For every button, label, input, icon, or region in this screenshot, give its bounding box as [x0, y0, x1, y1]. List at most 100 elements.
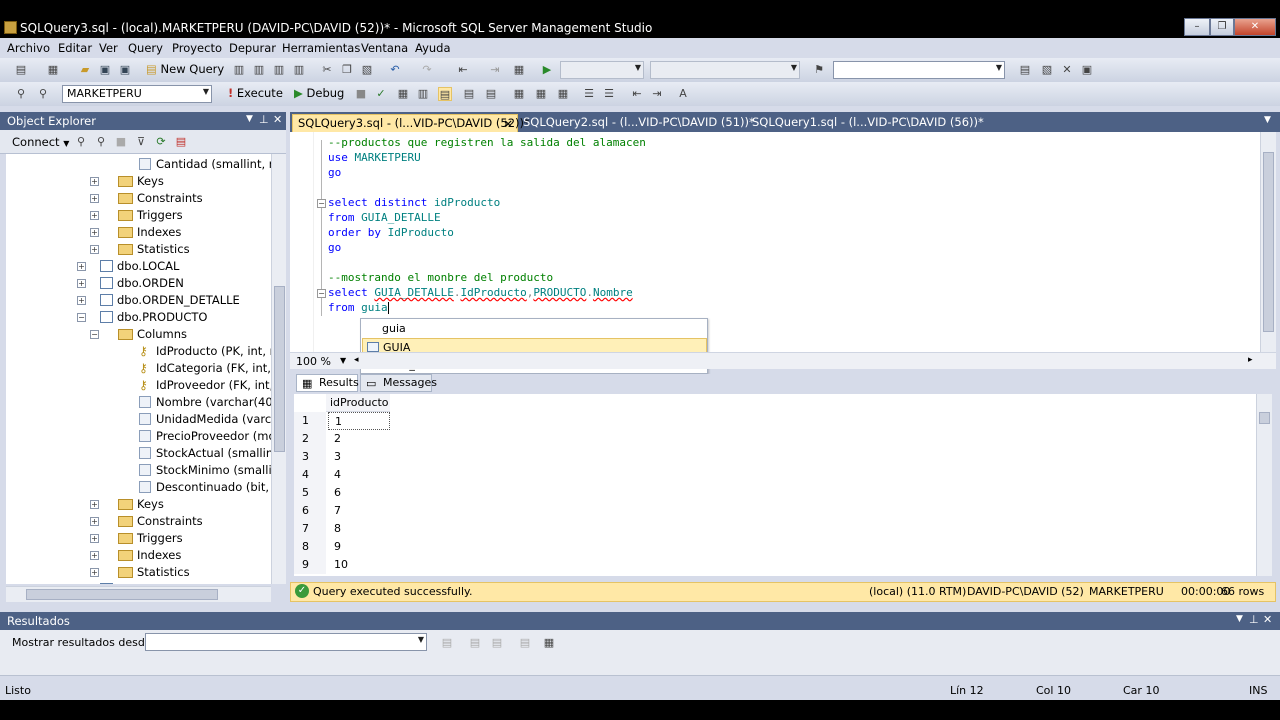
- undo-icon[interactable]: ↶: [388, 63, 402, 77]
- cut-icon[interactable]: ✂: [320, 63, 334, 77]
- scrollbar-thumb[interactable]: [1263, 152, 1274, 332]
- change-connection-icon[interactable]: ⚲: [36, 87, 50, 101]
- results-to-file-icon[interactable]: ▤: [484, 87, 498, 101]
- expand-icon[interactable]: +: [90, 211, 99, 220]
- expand-icon[interactable]: +: [90, 228, 99, 237]
- results-grid[interactable]: idProducto 1 1 2 2 3 3 4 4 5 6 6 7 7 8 8 9 9 10: [294, 394, 1268, 576]
- save-all-icon[interactable]: ▣: [118, 63, 132, 77]
- tree-node[interactable]: StockMinimo (smallint,: [6, 462, 271, 479]
- new-project-icon[interactable]: ▤: [14, 63, 28, 77]
- grid-cell[interactable]: 1: [328, 412, 390, 430]
- grid-cell[interactable]: 8: [328, 520, 390, 538]
- navigate-forward-icon[interactable]: ⇥: [488, 63, 502, 77]
- column-header[interactable]: idProducto: [326, 394, 390, 412]
- close-pane-icon[interactable]: ✕: [1263, 613, 1272, 626]
- collapse-icon[interactable]: −: [317, 289, 326, 298]
- scroll-left-icon[interactable]: ◂: [354, 355, 359, 365]
- row-number[interactable]: 7: [294, 520, 326, 538]
- expand-icon[interactable]: +: [90, 245, 99, 254]
- expand-icon[interactable]: +: [90, 551, 99, 560]
- solution-explorer-icon[interactable]: ▦: [512, 63, 526, 77]
- minimize-button[interactable]: –: [1184, 18, 1210, 36]
- tree-node[interactable]: + dbo.ORDEN_DETALLE: [6, 292, 271, 309]
- cancel-query-icon[interactable]: ■: [354, 87, 368, 101]
- disconnect-icon[interactable]: ⚲: [94, 135, 108, 149]
- go-next-icon[interactable]: ▤: [490, 636, 504, 650]
- row-number[interactable]: 3: [294, 448, 326, 466]
- tree-node[interactable]: + Indexes: [6, 547, 271, 564]
- find-combo[interactable]: ▼: [833, 61, 1005, 79]
- tree-node[interactable]: + Keys: [6, 173, 271, 190]
- query-designer-icon[interactable]: ▥: [416, 87, 430, 101]
- find-icon[interactable]: ⚑: [812, 63, 826, 77]
- options-icon[interactable]: ✕: [1060, 63, 1074, 77]
- tree-node[interactable]: PrecioProveedor (mone: [6, 428, 271, 445]
- grid-cell[interactable]: 7: [328, 502, 390, 520]
- tree-node[interactable]: + Constraints: [6, 513, 271, 530]
- find-message-icon[interactable]: ▤: [440, 636, 454, 650]
- tab-sqlquery1[interactable]: SQLQuery1.sql - (l...VID-PC\DAVID (56))*: [747, 114, 984, 132]
- grid-cell[interactable]: 9: [328, 538, 390, 556]
- editor-vertical-scrollbar[interactable]: [1260, 132, 1276, 352]
- scrollbar-thumb[interactable]: [1259, 412, 1270, 424]
- increase-indent-icon[interactable]: ⇥: [650, 87, 664, 101]
- tree-node[interactable]: + Triggers: [6, 207, 271, 224]
- row-number[interactable]: 4: [294, 466, 326, 484]
- word-wrap-icon[interactable]: ▦: [542, 636, 556, 650]
- expand-icon[interactable]: +: [90, 568, 99, 577]
- tree-node[interactable]: − Columns: [6, 326, 271, 343]
- open-file-icon[interactable]: ▰: [78, 63, 92, 77]
- tree-vertical-scrollbar[interactable]: [271, 154, 286, 584]
- menu-herramientas[interactable]: Herramientas: [282, 41, 360, 55]
- menu-depurar[interactable]: Depurar: [229, 41, 276, 55]
- parse-icon[interactable]: ✓: [374, 87, 388, 101]
- dmx-query-icon[interactable]: ▥: [292, 63, 306, 77]
- collapse-icon[interactable]: −: [77, 313, 86, 322]
- go-previous-icon[interactable]: ▤: [468, 636, 482, 650]
- tree-horizontal-scrollbar[interactable]: [6, 586, 271, 602]
- tree-node[interactable]: + Indexes: [6, 224, 271, 241]
- execute-button[interactable]: ! Execute: [228, 86, 283, 100]
- tree-node[interactable]: StockActual (smallint, r: [6, 445, 271, 462]
- tab-sqlquery3[interactable]: SQLQuery3.sql - (l...VID-PC\DAVID (52))*…: [292, 114, 530, 132]
- clear-all-icon[interactable]: ▤: [518, 636, 532, 650]
- analysis-query-icon[interactable]: ▥: [252, 63, 266, 77]
- decrease-indent-icon[interactable]: ⇤: [630, 87, 644, 101]
- stop-icon[interactable]: ■: [114, 135, 128, 149]
- collapse-icon[interactable]: −: [90, 330, 99, 339]
- window-icon[interactable]: ▣: [1080, 63, 1094, 77]
- tree-node[interactable]: + dbo.ORDEN: [6, 275, 271, 292]
- close-pane-icon[interactable]: ✕: [273, 113, 282, 126]
- toolbox-icon[interactable]: ▧: [1040, 63, 1054, 77]
- client-stats-icon[interactable]: ▦: [534, 87, 548, 101]
- row-number[interactable]: 2: [294, 430, 326, 448]
- expand-icon[interactable]: +: [90, 500, 99, 509]
- specify-values-icon[interactable]: A: [676, 87, 690, 101]
- navigate-backward-icon[interactable]: ⇤: [456, 63, 470, 77]
- pin-icon[interactable]: ⊥: [1249, 613, 1259, 626]
- debug-button[interactable]: ▶ Debug: [294, 86, 344, 100]
- available-databases-dropdown[interactable]: MARKETPERU ▼: [62, 85, 212, 103]
- tab-messages[interactable]: ▭ Messages: [360, 374, 437, 392]
- close-tab-icon[interactable]: ✕: [503, 116, 513, 132]
- include-plan-icon[interactable]: ▦: [512, 87, 526, 101]
- grid-cell[interactable]: 6: [328, 484, 390, 502]
- tree-node[interactable]: ⚷ IdCategoria (FK, int, no: [6, 360, 271, 377]
- grid-cell[interactable]: 4: [328, 466, 390, 484]
- solution-config-dropdown[interactable]: ▼: [560, 61, 644, 79]
- filter-icon[interactable]: ⊽: [134, 135, 148, 149]
- properties-icon[interactable]: ▤: [1018, 63, 1032, 77]
- tree-node[interactable]: + Constraints: [6, 190, 271, 207]
- live-stats-icon[interactable]: ▦: [556, 87, 570, 101]
- expand-icon[interactable]: +: [77, 279, 86, 288]
- results-to-grid-icon[interactable]: ▤: [438, 87, 452, 101]
- expand-icon[interactable]: +: [90, 517, 99, 526]
- paste-icon[interactable]: ▧: [360, 63, 374, 77]
- tab-results[interactable]: ▦ Results: [296, 374, 359, 392]
- tree-node[interactable]: + Statistics: [6, 241, 271, 258]
- pin-icon[interactable]: ⊥: [259, 113, 269, 126]
- start-icon[interactable]: ▶: [540, 63, 554, 77]
- tree-node[interactable]: − dbo.PRODUCTO: [6, 309, 271, 326]
- tree-node[interactable]: + Keys: [6, 496, 271, 513]
- tree-node[interactable]: +dbo.PROVEEDOR: [6, 581, 271, 584]
